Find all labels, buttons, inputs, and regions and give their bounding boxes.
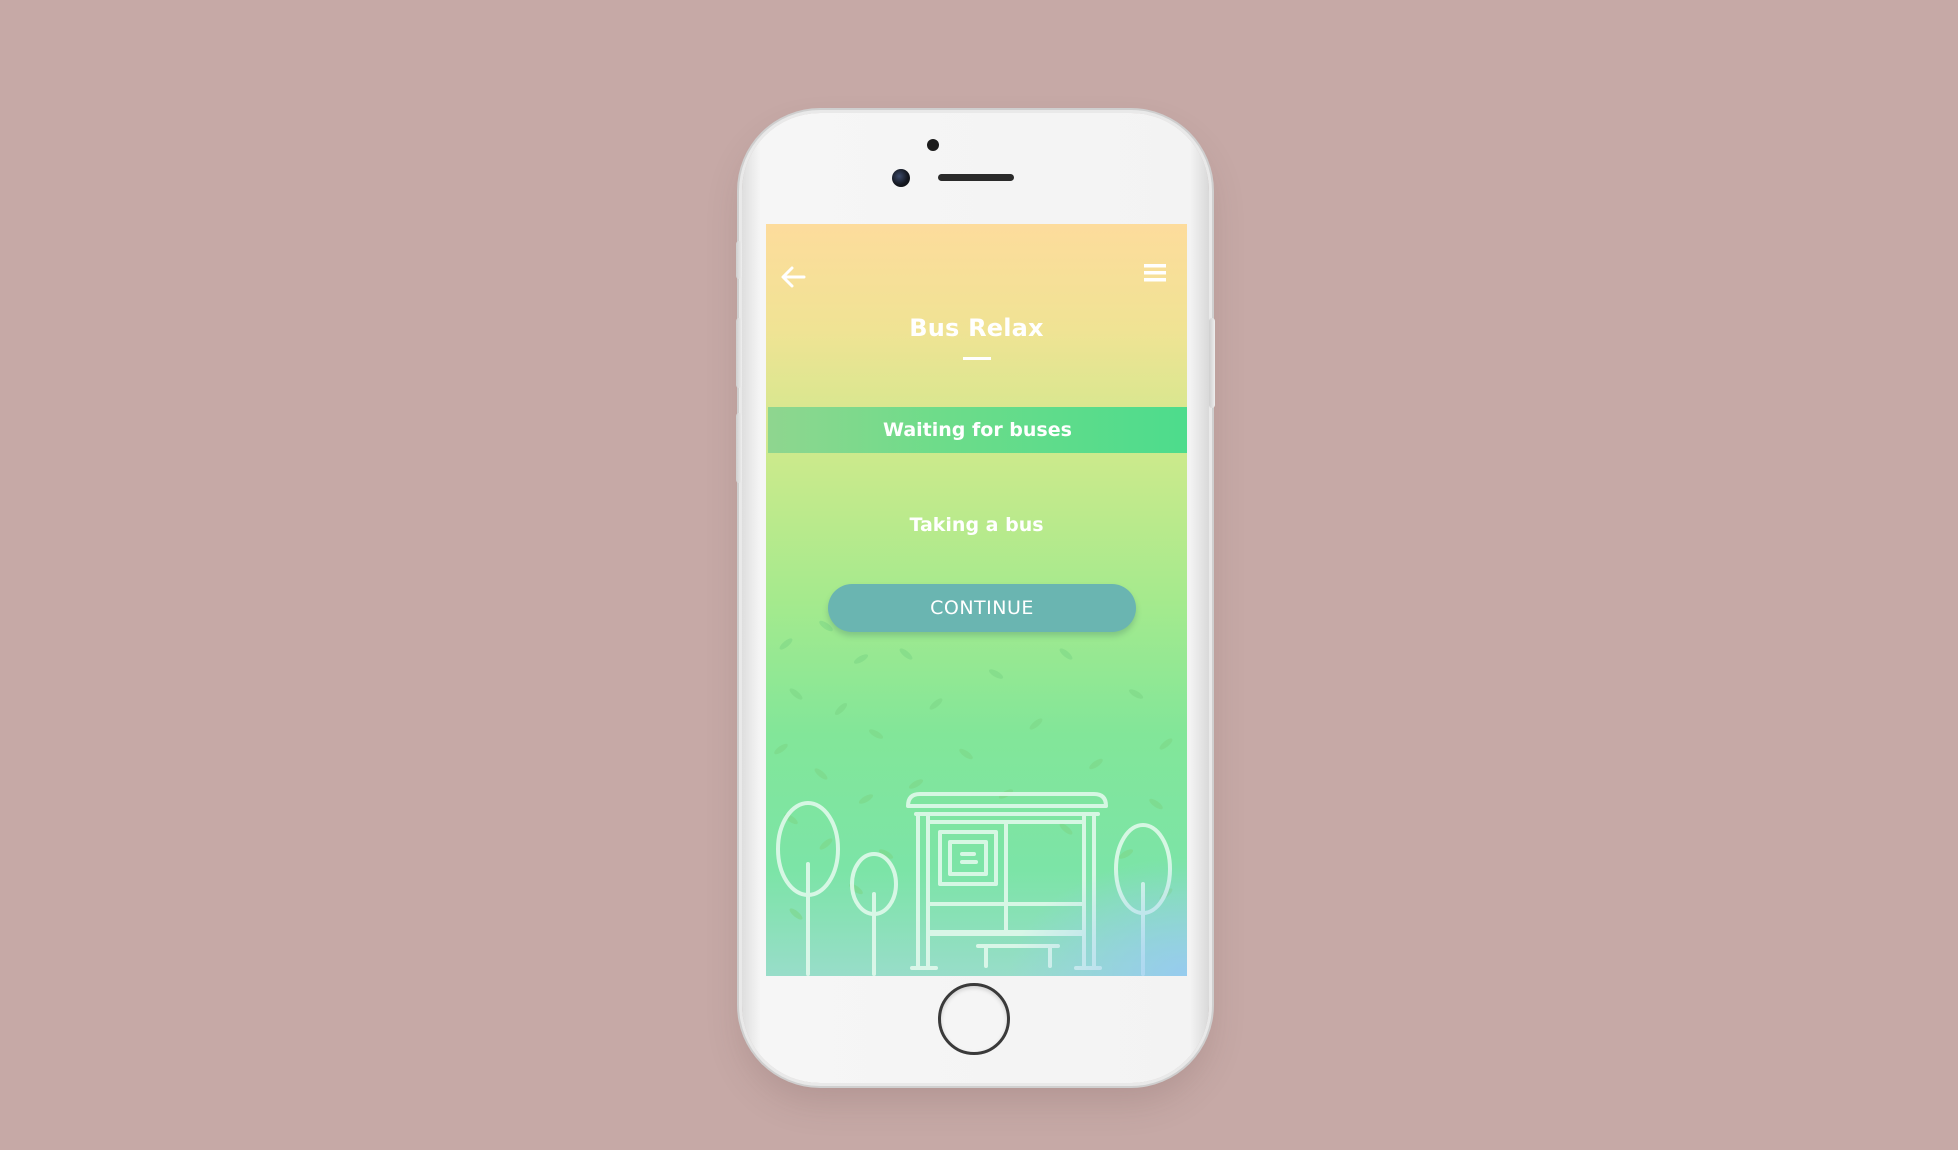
volume-down-button (736, 413, 742, 483)
activity-subtitle: Taking a bus (909, 514, 1044, 536)
home-button[interactable] (938, 983, 1010, 1055)
title-underline (963, 357, 991, 360)
camera-sensor (892, 169, 910, 187)
continue-button-label: CONTINUE (930, 597, 1034, 619)
bus-stop-shelter-illustration (776, 792, 1172, 976)
arrow-left-icon[interactable] (778, 262, 808, 292)
stage: Bus Relax Waiting for buses Taking a bus… (0, 0, 1958, 1150)
front-camera (927, 139, 939, 151)
power-button (1209, 318, 1215, 408)
phone-device: Bus Relax Waiting for buses Taking a bus… (736, 113, 1215, 1083)
hamburger-menu-icon[interactable] (1141, 260, 1169, 286)
mute-switch (736, 241, 742, 279)
section-banner: Waiting for buses (768, 407, 1187, 453)
volume-up-button (736, 318, 742, 388)
earpiece-speaker (938, 174, 1014, 181)
banner-label: Waiting for buses (883, 419, 1072, 441)
app-screen: Bus Relax Waiting for buses Taking a bus… (766, 224, 1187, 976)
page-title: Bus Relax (909, 314, 1044, 342)
continue-button[interactable]: CONTINUE (828, 584, 1136, 632)
